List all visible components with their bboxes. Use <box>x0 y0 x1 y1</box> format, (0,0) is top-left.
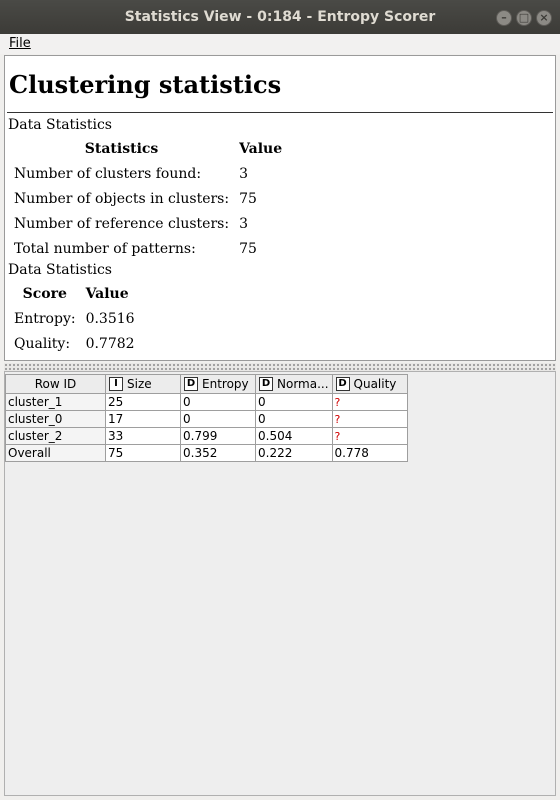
entropy-cell: 0.799 <box>180 427 256 445</box>
section-label-data-statistics: Data Statistics <box>8 117 112 133</box>
double-type-icon: D <box>184 377 198 392</box>
size-cell: 17 <box>105 410 181 428</box>
table-row: Number of reference clusters: 3 <box>10 212 286 235</box>
quality-missing-cell: ? <box>331 410 408 428</box>
size-cell: 75 <box>105 444 181 462</box>
quality-cell: 0.778 <box>331 444 408 462</box>
stat-value: 3 <box>239 215 249 232</box>
stat-label: Number of clusters found: <box>14 165 202 182</box>
normalized-cell: 0 <box>255 393 333 411</box>
size-cell: 33 <box>105 427 181 445</box>
quality-missing-cell: ? <box>331 427 408 445</box>
stat-label: Total number of patterns: <box>14 240 196 257</box>
title-bar[interactable]: Statistics View - 0:184 - Entropy Scorer… <box>0 0 560 34</box>
normalized-cell: 0.222 <box>255 444 333 462</box>
column-header-label: Size <box>127 376 152 391</box>
column-header-size[interactable]: I Size <box>105 374 181 394</box>
menu-bar: File <box>0 34 560 54</box>
table-row[interactable]: cluster_0 17 0 0 ? <box>5 410 408 428</box>
stat-value: 3 <box>239 165 249 182</box>
stat-label: Number of reference clusters: <box>14 215 230 232</box>
stat-label: Number of objects in clusters: <box>14 190 230 207</box>
score-label: Quality: <box>14 335 71 352</box>
column-header-label: Quality <box>353 376 397 391</box>
size-cell: 25 <box>105 393 181 411</box>
menu-file[interactable]: File <box>9 36 31 51</box>
normalized-cell: 0 <box>255 410 333 428</box>
stats-header-statistics: Statistics <box>84 140 159 157</box>
column-header-label: Norma... <box>277 376 329 391</box>
double-type-icon: D <box>335 377 350 392</box>
stats-header-value: Value <box>239 140 283 157</box>
column-header-label: Row ID <box>34 377 77 391</box>
entropy-cell: 0 <box>180 410 256 428</box>
normalized-cell: 0.504 <box>255 427 333 445</box>
maximize-icon[interactable]: □ <box>516 10 532 26</box>
column-header-row-id[interactable]: Row ID <box>5 374 106 394</box>
minimize-icon[interactable]: – <box>496 10 512 26</box>
heading-divider <box>7 112 553 113</box>
statistics-view-window: Statistics View - 0:184 - Entropy Scorer… <box>0 0 560 800</box>
stat-value: 75 <box>239 240 257 257</box>
pane-splitter[interactable] <box>4 363 556 371</box>
column-header-entropy[interactable]: D Entropy <box>180 374 256 394</box>
cluster-data-table: Row ID I Size D Entropy D Norma... D Quality… <box>5 374 408 462</box>
close-icon[interactable]: × <box>536 10 552 26</box>
table-row: Entropy: 0.3516 <box>10 307 139 330</box>
table-row[interactable]: cluster_2 33 0.799 0.504 ? <box>5 427 408 445</box>
table-row: Total number of patterns: 75 <box>10 237 286 260</box>
section-label-data-statistics-2: Data Statistics <box>8 262 112 278</box>
window-title: Statistics View - 0:184 - Entropy Scorer <box>124 9 436 25</box>
score-value: 0.3516 <box>85 310 135 327</box>
score-label: Entropy: <box>14 310 76 327</box>
score-value: 0.7782 <box>85 335 135 352</box>
table-row[interactable]: cluster_1 25 0 0 ? <box>5 393 408 411</box>
row-id-cell: cluster_2 <box>5 427 106 445</box>
cluster-table-pane: Row ID I Size D Entropy D Norma... D Quality… <box>4 371 556 796</box>
stat-value: 75 <box>239 190 257 207</box>
table-row[interactable]: Overall 75 0.352 0.222 0.778 <box>5 444 408 462</box>
integer-type-icon: I <box>109 377 123 392</box>
score-table: Score Value Entropy: 0.3516 Quality: 0.7… <box>8 280 141 357</box>
row-id-cell: cluster_1 <box>5 393 106 411</box>
column-header-normalized[interactable]: D Norma... <box>255 374 333 394</box>
row-id-cell: Overall <box>5 444 106 462</box>
table-row: Number of objects in clusters: 75 <box>10 187 286 210</box>
column-header-label: Entropy <box>202 376 249 391</box>
table-row: Number of clusters found: 3 <box>10 162 286 185</box>
entropy-cell: 0 <box>180 393 256 411</box>
score-header-value: Value <box>85 285 129 302</box>
clustering-stats-table: Statistics Value Number of clusters foun… <box>8 135 288 262</box>
quality-missing-cell: ? <box>331 393 408 411</box>
double-type-icon: D <box>259 377 273 392</box>
row-id-cell: cluster_0 <box>5 410 106 428</box>
table-row: Quality: 0.7782 <box>10 332 139 355</box>
statistics-report: Clustering statistics Data Statistics St… <box>4 55 556 361</box>
column-header-quality[interactable]: D Quality <box>331 374 408 394</box>
entropy-cell: 0.352 <box>180 444 256 462</box>
report-heading: Clustering statistics <box>9 70 282 99</box>
score-header-score: Score <box>22 285 67 302</box>
